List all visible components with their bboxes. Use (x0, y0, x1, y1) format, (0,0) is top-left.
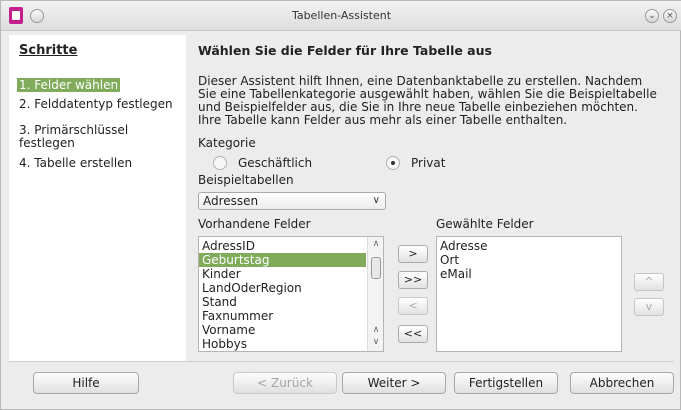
selected-fields-label: Gewählte Felder (436, 217, 534, 231)
button-bar: Hilfe < Zurück Weiter > Fertigstellen Ab… (9, 361, 674, 403)
radio-business-label[interactable]: Geschäftlich (238, 156, 312, 170)
radio-private[interactable] (386, 156, 400, 170)
steps-title: Schritte (19, 43, 78, 58)
next-button[interactable]: Weiter > (342, 372, 446, 394)
list-item[interactable]: Faxnummer (199, 309, 366, 323)
step-primary-key[interactable]: 3. Primärschlüssel (19, 123, 128, 137)
remove-field-button[interactable]: < (398, 297, 428, 315)
scroll-up-icon[interactable]: ∧ (370, 325, 382, 337)
available-fields-list[interactable]: AdressID Geburtstag Kinder LandOderRegion St… (198, 236, 384, 352)
wizard-window: Tabellen-Assistent ⌄ × Schritte 1. Felde… (0, 0, 681, 410)
window-title: Tabellen-Assistent (291, 9, 392, 22)
sample-tables-select[interactable]: Adressen ∨ (198, 192, 386, 210)
close-icon[interactable]: × (663, 9, 677, 23)
scroll-up-icon[interactable]: ∧ (370, 239, 382, 251)
help-button[interactable]: Hilfe (33, 372, 139, 394)
list-item[interactable]: Adresse (437, 239, 621, 253)
list-item[interactable]: Stand (199, 295, 366, 309)
available-fields-scrollbar[interactable]: ∧ ∧ ∨ (367, 237, 383, 351)
scroll-down-icon[interactable]: ∨ (370, 337, 382, 349)
radio-business[interactable] (213, 156, 227, 170)
list-item[interactable]: Kinder (199, 267, 366, 281)
chevron-down-icon: ∨ (372, 195, 380, 206)
page-heading: Wählen Sie die Felder für Ihre Tabelle a… (198, 43, 492, 58)
list-item[interactable]: Hobbys (199, 337, 366, 351)
list-item[interactable]: Ort (437, 253, 621, 267)
step-select-fields[interactable]: 1. Felder wählen (17, 78, 121, 92)
sample-tables-label: Beispieltabellen (198, 173, 294, 187)
move-up-button[interactable]: ^ (634, 273, 664, 291)
finish-button[interactable]: Fertigstellen (454, 372, 558, 394)
description-text: Dieser Assistent hilft Ihnen, eine Daten… (198, 74, 657, 127)
selected-fields-list[interactable]: Adresse Ort eMail (436, 236, 622, 352)
remove-all-fields-button[interactable]: << (398, 325, 428, 343)
radio-private-label[interactable]: Privat (411, 156, 445, 170)
category-label: Kategorie (198, 136, 256, 150)
steps-panel: Schritte 1. Felder wählen 2. Felddatenty… (9, 35, 186, 361)
list-items: AdressID Geburtstag Kinder LandOderRegion St… (199, 239, 366, 351)
minimize-icon[interactable]: ⌄ (645, 9, 659, 23)
sample-tables-value: Adressen (203, 194, 259, 208)
list-item[interactable]: eMail (437, 267, 621, 281)
step-field-types[interactable]: 2. Felddatentyp festlegen (19, 97, 173, 111)
list-item[interactable]: LandOderRegion (199, 281, 366, 295)
add-all-fields-button[interactable]: >> (398, 271, 428, 289)
list-item[interactable]: Vorname (199, 323, 366, 337)
back-button[interactable]: < Zurück (233, 372, 337, 394)
available-fields-label: Vorhandene Felder (198, 217, 311, 231)
step-create-table[interactable]: 4. Tabelle erstellen (19, 156, 132, 170)
move-down-button[interactable]: v (634, 298, 664, 316)
list-items: Adresse Ort eMail (437, 239, 621, 281)
main-panel: Wählen Sie die Felder für Ihre Tabelle a… (186, 35, 674, 361)
list-item[interactable]: Geburtstag (199, 253, 366, 267)
scroll-thumb[interactable] (371, 257, 381, 279)
list-item[interactable]: AdressID (199, 239, 366, 253)
step-primary-key-cont[interactable]: festlegen (19, 136, 75, 150)
titlebar: Tabellen-Assistent ⌄ × (1, 1, 681, 31)
cancel-button[interactable]: Abbrechen (570, 372, 674, 394)
add-field-button[interactable]: > (398, 245, 428, 263)
